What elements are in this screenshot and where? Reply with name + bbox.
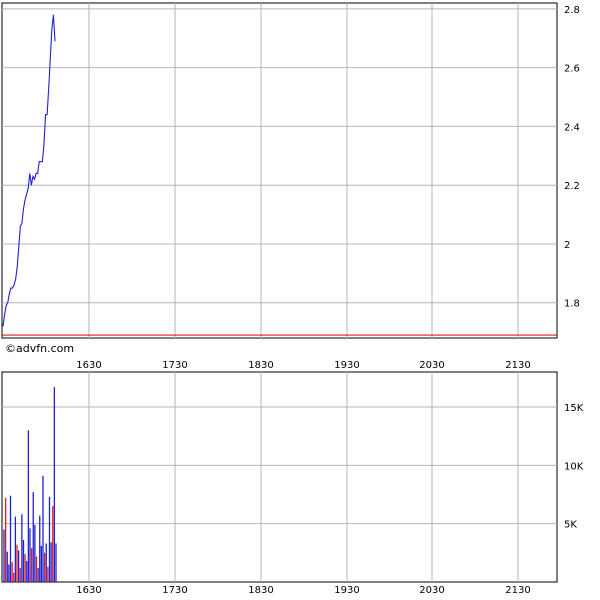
price-x-tick-label: 1930	[334, 360, 359, 371]
volume-x-tick-label: 2030	[419, 585, 444, 596]
price-y-tick-label: 2	[564, 240, 570, 251]
price-panel-frame	[1, 2, 558, 339]
price-x-tick-label: 1630	[76, 360, 101, 371]
volume-x-tick-label: 1730	[162, 585, 187, 596]
price-y-tick-label: 2.2	[564, 181, 580, 192]
volume-panel: 5K 10K 15K	[1, 371, 584, 583]
volume-x-tick-label: 1630	[76, 585, 101, 596]
price-x-tick-label: 1830	[248, 360, 273, 371]
volume-y-tick-labels: 5K 10K 15K	[564, 403, 584, 531]
price-y-tick-label: 2.8	[564, 5, 580, 16]
volume-y-tick-label: 15K	[564, 403, 584, 414]
watermark: ©advfn.com	[5, 342, 74, 355]
price-x-tick-label: 2030	[419, 360, 444, 371]
price-x-tick-labels: 1630 1730 1830 1930 2030 2130	[76, 360, 530, 371]
price-y-tick-label: 1.8	[564, 299, 580, 310]
volume-x-tick-label: 1930	[334, 585, 359, 596]
volume-y-tick-label: 5K	[564, 520, 577, 531]
volume-x-tick-label: 2130	[505, 585, 530, 596]
price-y-tick-label: 2.4	[564, 122, 580, 133]
volume-y-tick-label: 10K	[564, 461, 584, 472]
volume-x-tick-labels: 1630 1730 1830 1930 2030 2130	[76, 585, 530, 596]
price-panel: 1.8 2 2.2 2.4 2.6 2.8 ©advfn.com	[1, 2, 580, 355]
price-y-tick-labels: 1.8 2 2.2 2.4 2.6 2.8	[564, 5, 580, 310]
price-x-tick-label: 1730	[162, 360, 187, 371]
price-y-tick-label: 2.6	[564, 64, 580, 75]
volume-panel-frame	[1, 371, 558, 583]
volume-x-tick-label: 1830	[248, 585, 273, 596]
price-x-tick-label: 2130	[505, 360, 530, 371]
chart-canvas: 1.8 2 2.2 2.4 2.6 2.8 ©advfn.com 1630 1730 1830…	[1, 2, 584, 596]
